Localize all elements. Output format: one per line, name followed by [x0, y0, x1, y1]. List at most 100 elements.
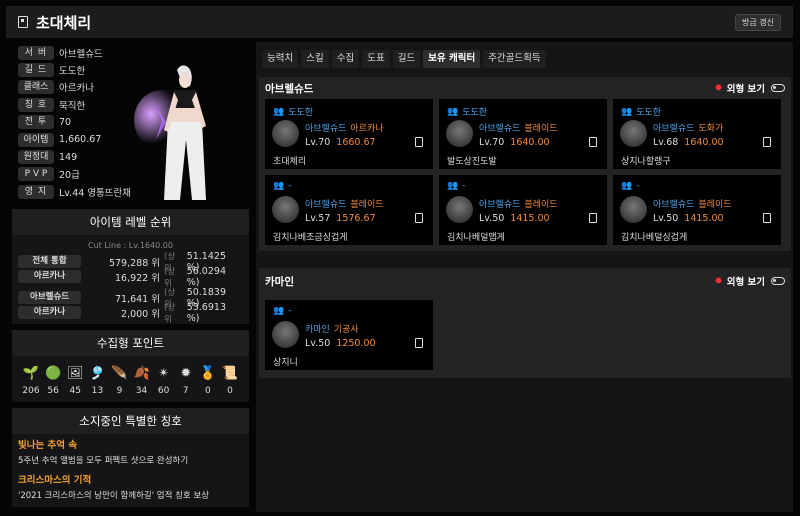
sun-icon: ✹: [714, 82, 723, 94]
card-character-name: 김치나베덜맵게: [447, 233, 505, 243]
info-value: 1,660.67: [59, 134, 102, 146]
card-guild: 👥 -: [273, 181, 291, 191]
tab-characters[interactable]: 보유 캐릭터: [423, 50, 481, 68]
character-card[interactable]: 👥 도도한 아브렐슈드 아르카나 Lv.70 1660.67 초대체리: [265, 99, 433, 169]
tab-collection[interactable]: 수집: [331, 50, 360, 68]
medal-icon: 🏅: [199, 365, 216, 381]
tab-guild[interactable]: 길드: [392, 50, 421, 68]
ranking-tag: 전체 통합: [18, 255, 82, 268]
info-row-estate: 영 지 Lv.44 영통뜨란채: [18, 183, 131, 200]
copy-icon[interactable]: [763, 137, 771, 147]
collection-count: 7: [182, 386, 189, 396]
info-value: 도도한: [59, 66, 86, 78]
card-level: Lv.50 1415.00: [653, 213, 724, 224]
card-server-name: 아브렐슈드: [479, 200, 521, 210]
info-key: P V P: [18, 167, 54, 182]
character-card[interactable]: 👥 도도한 아브렐슈드 블레이드 Lv.70 1640.00 발도상진도발: [439, 99, 607, 169]
card-guild: 👥 도도한: [621, 105, 661, 119]
section-header: 카마인 ✹ 외형 보기: [259, 268, 791, 294]
mokoko-icon: 🪶: [111, 365, 128, 381]
ranking-row: 아르카나 2,000 위 (상위 53.6913 %): [12, 302, 249, 325]
ranking-num: 71,641 위: [114, 293, 160, 305]
info-value: 149: [59, 151, 78, 163]
info-key: 길 드: [18, 63, 54, 78]
copy-icon[interactable]: [589, 137, 597, 147]
card-level: Lv.68 1640.00: [653, 137, 724, 148]
card-character-name: 김치나베조금싱겁게: [273, 233, 348, 243]
copy-icon[interactable]: [589, 213, 597, 223]
card-server: 아브렐슈드 아르카나: [305, 121, 384, 134]
left-panel: 서 버 아브렐슈드 길 드 도도한 클래스 아르카나 칭 호 묵직한 전 투 70 아이템…: [12, 40, 249, 507]
info-row-item-level: 아이템 1,660.67: [18, 131, 131, 148]
card-item-level: 1660.67: [336, 137, 376, 148]
character-grid: 👥 도도한 아브렐슈드 아르카나 Lv.70 1660.67 초대체리 👥 도도한 아브렐슈드 블레…: [259, 99, 791, 251]
card-level: Lv.50 1250.00: [305, 338, 376, 349]
character-portrait: [272, 321, 299, 348]
card-server: 카마인 기공사: [305, 322, 359, 335]
appearance-toggle[interactable]: ✹ 외형 보기: [714, 81, 785, 95]
bookmark-icon[interactable]: [18, 16, 28, 28]
special-title-item: 빛나는 추억 속 5주년 추억 앨범을 모두 퍼펙트 샷으로 완성하기: [12, 434, 249, 469]
copy-icon[interactable]: [415, 338, 423, 348]
card-class: 기공사: [333, 325, 359, 335]
toggle-switch-icon[interactable]: [771, 84, 785, 92]
card-class: 블레이드: [524, 200, 558, 210]
character-card[interactable]: 👥 - 아브렐슈드 블레이드 Lv.50 1415.00 김치나베덜싱겁게: [613, 175, 781, 245]
card-class: 아르카나: [350, 124, 384, 134]
card-server-name: 아브렐슈드: [653, 124, 695, 134]
info-value: Lv.44 영통뜨란채: [59, 187, 132, 199]
section-server-name: 카마인: [265, 275, 294, 288]
character-name-title: 초대체리: [36, 13, 92, 32]
character-card[interactable]: 👥 도도한 아브렐슈드 도화가 Lv.68 1640.00 상지나할랭구: [613, 99, 781, 169]
character-card[interactable]: 👥 - 아브렐슈드 블레이드 Lv.57 1576.67 김치나베조금싱겁게: [265, 175, 433, 245]
tab-stats[interactable]: 능력치: [262, 50, 299, 68]
card-class: 블레이드: [698, 200, 732, 210]
tab-chart[interactable]: 도표: [362, 50, 390, 68]
card-item-level: 1415.00: [684, 213, 724, 224]
card-guild: 👥 -: [273, 306, 291, 316]
item-level-ranking: 아이템 레벨 순위 Cut Line : Lv.1640.00 전체 통합 579…: [12, 209, 249, 325]
card-level-value: Lv.70: [305, 137, 331, 148]
guild-people-icon: 👥: [621, 181, 633, 191]
card-server-name: 아브렐슈드: [653, 200, 695, 210]
appearance-toggle[interactable]: ✹ 외형 보기: [714, 274, 785, 288]
collection-count: 45: [69, 386, 81, 396]
card-level: Lv.50 1415.00: [479, 213, 550, 224]
info-value: 아르카나: [59, 83, 94, 95]
collection-count: 34: [135, 386, 148, 396]
toggle-switch-icon[interactable]: [771, 277, 785, 285]
character-portrait: [446, 196, 473, 223]
copy-icon[interactable]: [763, 213, 771, 223]
card-guild-name: -: [288, 181, 292, 191]
card-server-name: 아브렐슈드: [305, 124, 347, 134]
info-row-guild: 길 드 도도한: [18, 61, 131, 78]
info-value: 20급: [59, 170, 80, 182]
info-key: 아이템: [18, 132, 54, 147]
character-card[interactable]: 👥 - 아브렐슈드 블레이드 Lv.50 1415.00 김치나베덜맵게: [439, 175, 607, 245]
collection-count: 56: [47, 386, 59, 396]
card-level-value: Lv.50: [653, 213, 679, 224]
seed-icon: 🌱: [22, 365, 40, 381]
card-character-name: 김치나베덜싱겁게: [621, 233, 688, 243]
character-avatar: [134, 65, 206, 200]
character-portrait: [446, 120, 473, 147]
refresh-button[interactable]: 방금 갱신: [735, 13, 781, 31]
card-class: 도화가: [698, 124, 724, 134]
ranking-tag: 아브렐슈드: [18, 291, 82, 304]
special-title-desc: '2021 크리스마스의 낭만이 함께하길' 업적 칭호 보상: [18, 491, 210, 501]
card-character-name: 상지니: [273, 358, 298, 368]
info-row-expedition: 원정대 149: [18, 148, 131, 165]
info-key: 칭 호: [18, 97, 54, 112]
ranking-num: 2,000 위: [121, 308, 160, 320]
copy-icon[interactable]: [415, 213, 423, 223]
collection-icons: 🌱 🟢 🖼 🎐 🪶 🍂 ✴ ✹ 🏅 📜: [12, 356, 249, 384]
ranking-pct: 56.0294 %): [186, 265, 226, 288]
character-card[interactable]: 👥 - 카마인 기공사 Lv.50 1250.00 상지니: [265, 300, 433, 370]
card-item-level: 1640.00: [684, 137, 724, 148]
card-server: 아브렐슈드 블레이드: [479, 121, 558, 134]
tab-weekly-gold[interactable]: 주간골드획득: [483, 50, 546, 68]
info-value: 70: [59, 116, 72, 128]
card-character-name: 초대체리: [273, 157, 307, 167]
copy-icon[interactable]: [415, 137, 423, 147]
tab-skills[interactable]: 스킬: [301, 50, 329, 68]
